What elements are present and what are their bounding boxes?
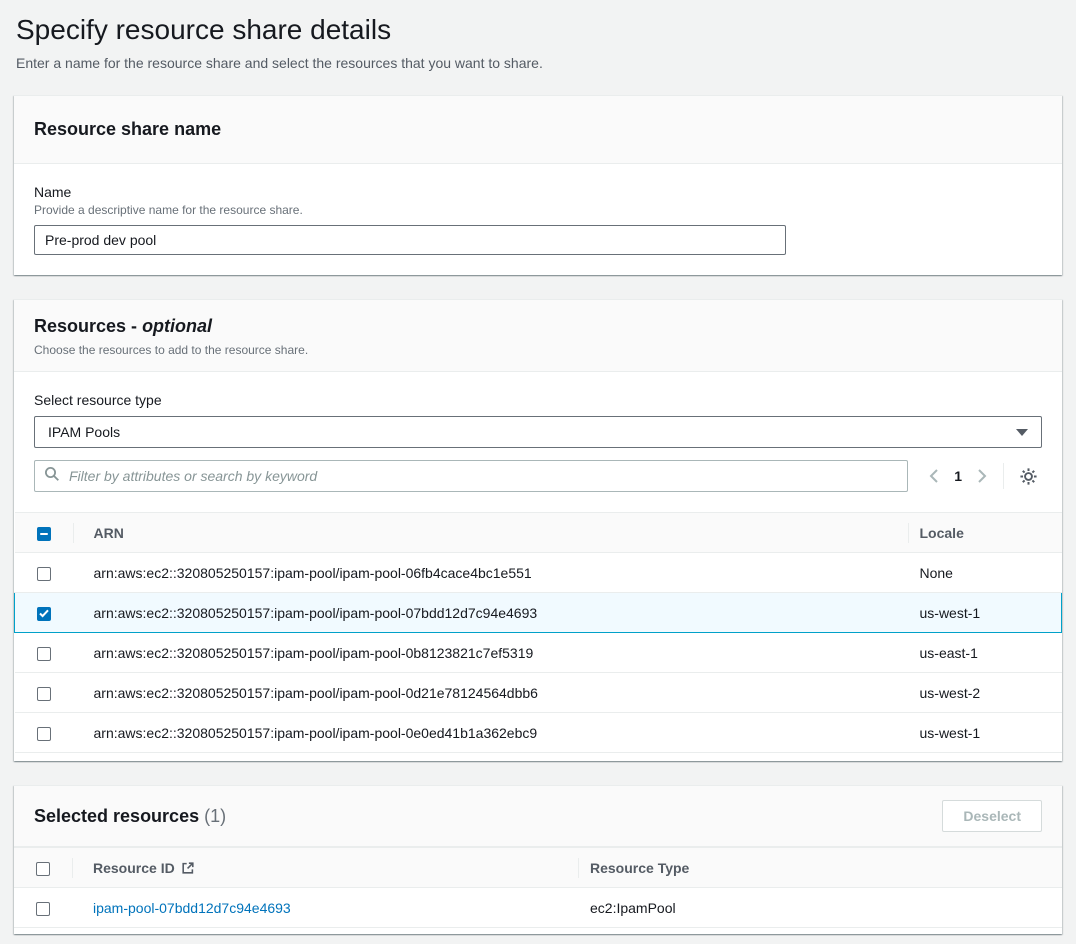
arn-cell: arn:aws:ec2::320805250157:ipam-pool/ipam… [73,553,908,593]
resource-id-header-label: Resource ID [93,860,175,876]
previous-page-button[interactable] [921,462,947,490]
arn-table-row[interactable]: arn:aws:ec2::320805250157:ipam-pool/ipam… [15,673,1062,713]
selected-resources-card: Selected resources (1) Deselect Resource… [14,785,1062,934]
settings-button[interactable] [1014,462,1042,490]
arn-table-row[interactable]: arn:aws:ec2::320805250157:ipam-pool/ipam… [15,593,1062,633]
chevron-down-icon [1016,429,1028,436]
name-input[interactable] [34,225,786,255]
filter-input[interactable] [67,467,898,485]
page: Specify resource share details Enter a n… [0,0,1076,944]
resource-id-cell: ipam-pool-07bdd12d7c94e4693 [72,888,578,928]
row-checkbox[interactable] [37,687,51,701]
resources-controls: Select resource type IPAM Pools 1 [14,372,1062,492]
resource-type-select[interactable]: IPAM Pools [34,416,1042,448]
locale-cell: us-west-1 [908,593,1062,633]
next-page-button[interactable] [969,462,995,490]
row-checkbox[interactable] [37,607,51,621]
page-description: Enter a name for the resource share and … [16,55,1060,71]
arn-table-row[interactable]: arn:aws:ec2::320805250157:ipam-pool/ipam… [15,713,1062,753]
selected-table: Resource ID Resource Type ipam-pool-07bd… [14,847,1062,928]
resource-type-cell: ec2:IpamPool [578,888,1062,928]
selected-count: (1) [204,806,226,826]
check-icon [39,609,49,618]
row-checkbox[interactable] [37,567,51,581]
arn-cell: arn:aws:ec2::320805250157:ipam-pool/ipam… [73,713,908,753]
resources-card-title: Resources - optional [34,316,1042,337]
selected-card-title: Selected resources (1) [34,806,226,827]
arn-table-row[interactable]: arn:aws:ec2::320805250157:ipam-pool/ipam… [15,553,1062,593]
locale-cell: us-east-1 [908,633,1062,673]
chevron-right-icon [977,469,987,483]
arn-table: ARN Locale arn:aws:ec2::320805250157:ipa… [14,512,1062,753]
resource-type-column-header: Resource Type [578,848,1062,888]
name-card-title: Resource share name [34,119,1042,140]
row-checkbox[interactable] [37,647,51,661]
external-link-icon [181,861,195,875]
arn-table-header-row: ARN Locale [15,513,1062,553]
resource-id-link[interactable]: ipam-pool-07bdd12d7c94e4693 [93,900,291,916]
name-card-header: Resource share name [14,96,1062,164]
row-checkbox[interactable] [36,902,50,916]
resource-type-selected-value: IPAM Pools [48,424,120,440]
locale-cell: us-west-2 [908,673,1062,713]
name-field-label: Name [34,184,1042,200]
locale-column-header: Locale [908,513,1062,553]
deselect-button[interactable]: Deselect [942,800,1042,832]
selected-table-header-row: Resource ID Resource Type [14,848,1062,888]
selected-table-body: ipam-pool-07bdd12d7c94e4693 ec2:IpamPool [14,888,1062,928]
selected-select-all-checkbox[interactable] [36,862,50,876]
filter-box [34,460,908,492]
name-field-description: Provide a descriptive name for the resou… [34,203,1042,217]
page-title: Specify resource share details [16,14,1060,46]
resource-share-name-card: Resource share name Name Provide a descr… [14,95,1062,275]
resource-type-label: Select resource type [34,392,1042,408]
arn-cell: arn:aws:ec2::320805250157:ipam-pool/ipam… [73,593,908,633]
select-all-checkbox[interactable] [37,527,51,541]
gear-icon [1019,467,1038,486]
pagination-divider [1003,463,1004,489]
resources-card-header: Resources - optional Choose the resource… [14,300,1062,372]
arn-column-header: ARN [73,513,908,553]
arn-cell: arn:aws:ec2::320805250157:ipam-pool/ipam… [73,633,908,673]
selected-table-row[interactable]: ipam-pool-07bdd12d7c94e4693 ec2:IpamPool [14,888,1062,928]
row-checkbox[interactable] [37,727,51,741]
arn-cell: arn:aws:ec2::320805250157:ipam-pool/ipam… [73,673,908,713]
resource-id-column-header: Resource ID [72,848,578,888]
indeterminate-dash-icon [40,533,48,535]
search-icon [44,466,60,487]
arn-table-body: arn:aws:ec2::320805250157:ipam-pool/ipam… [15,553,1062,753]
locale-cell: us-west-1 [908,713,1062,753]
resources-card-description: Choose the resources to add to the resou… [34,343,1042,357]
name-card-body: Name Provide a descriptive name for the … [14,164,1062,275]
chevron-left-icon [929,469,939,483]
filter-row: 1 [34,460,1042,492]
resources-title-text: Resources - [34,316,137,336]
current-page-number: 1 [947,468,969,484]
pagination: 1 [921,462,1042,490]
arn-table-row[interactable]: arn:aws:ec2::320805250157:ipam-pool/ipam… [15,633,1062,673]
resources-title-optional: optional [142,316,212,336]
selected-card-header: Selected resources (1) Deselect [14,786,1062,847]
locale-cell: None [908,553,1062,593]
selected-title-text: Selected resources [34,806,199,826]
resources-card: Resources - optional Choose the resource… [14,299,1062,761]
